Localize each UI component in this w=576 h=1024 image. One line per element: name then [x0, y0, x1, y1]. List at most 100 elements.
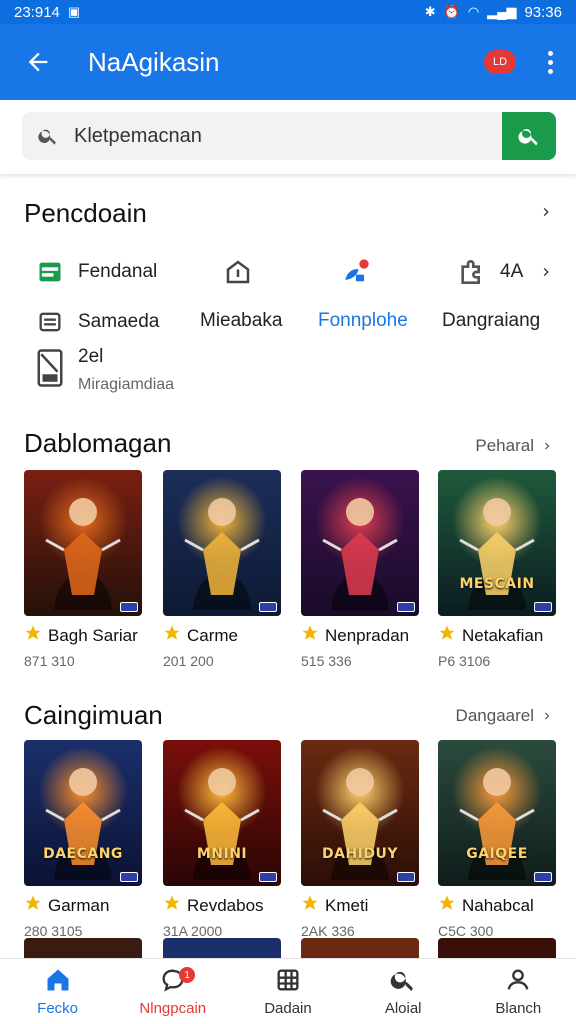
- category-item[interactable]: 2el Miragiamdiaa: [34, 346, 174, 394]
- popular-section-title: Dablomagan: [24, 428, 172, 458]
- game-meta: Nenpradan: [301, 624, 419, 647]
- game-meta: Carme: [163, 624, 281, 647]
- game-sub-info: C5C 300: [438, 923, 494, 939]
- game-meta: Revdabos: [163, 894, 281, 917]
- category-label: Samaeda: [78, 311, 160, 332]
- game-card[interactable]: GAIQEE Nahabcal C5C 300: [438, 740, 556, 939]
- alarm-icon: ⏰: [443, 4, 460, 19]
- hero-illustration: [184, 498, 260, 610]
- game-meta: Garman: [24, 894, 142, 917]
- category-count-item[interactable]: 4A: [456, 256, 523, 288]
- game-art[interactable]: MNINI: [163, 740, 281, 886]
- game-app-icon: [301, 894, 319, 917]
- signal-icon: ▂▄▆: [487, 4, 517, 19]
- popular-see-more[interactable]: Peharal: [475, 436, 554, 456]
- game-art[interactable]: DAECANG: [24, 740, 142, 886]
- nav-profile[interactable]: Blanch: [461, 959, 576, 1024]
- nav-home[interactable]: Fecko: [0, 959, 115, 1024]
- game-art[interactable]: [301, 470, 419, 616]
- categories-title: Pencdoain: [24, 198, 147, 228]
- game-cover-title: [30, 576, 136, 592]
- game-art[interactable]: [24, 470, 142, 616]
- search-area: Kletpemacnan: [0, 100, 576, 174]
- game-cover-title: DAHIDUY: [321, 846, 398, 862]
- category-label: Mieabaka: [200, 310, 283, 331]
- status-time-left: 23:914: [14, 3, 60, 21]
- game-card[interactable]: Nenpradan 515 336: [301, 470, 419, 669]
- chevron-right-icon: [545, 712, 550, 720]
- category-icon-button[interactable]: [222, 256, 254, 288]
- game-art[interactable]: [163, 470, 281, 616]
- category-sublabel: Miragiamdiaa: [78, 376, 175, 393]
- game-sub-info: 31A 2000: [163, 923, 223, 939]
- dock-icon: [222, 256, 254, 288]
- nav-label: Fecko: [37, 1000, 79, 1017]
- category-icon-button[interactable]: [340, 256, 372, 288]
- category-label: Fonnplohe: [318, 310, 408, 331]
- app-title: NaAgikasin: [88, 46, 220, 77]
- more-options-button[interactable]: [538, 42, 562, 82]
- game-sub-info: 2AK 336: [301, 923, 355, 939]
- game-card[interactable]: DAECANG Garman 280 3105: [24, 740, 142, 939]
- platform-badge-icon: [534, 602, 552, 612]
- new-see-more[interactable]: Dangaarel: [456, 706, 554, 726]
- category-item[interactable]: Samaeda: [34, 306, 159, 338]
- game-art[interactable]: DAHIDUY: [301, 740, 419, 886]
- search-bar[interactable]: Kletpemacnan: [22, 112, 556, 160]
- game-meta: Netakafian: [438, 624, 556, 647]
- game-cover-title: GAIQEE: [466, 846, 528, 862]
- category-row-chevron[interactable]: [538, 264, 554, 285]
- game-card[interactable]: Carme 201 200: [163, 470, 281, 669]
- game-cover-title: DAECANG: [43, 846, 123, 862]
- game-app-icon: [24, 624, 42, 647]
- hero-illustration: [322, 498, 398, 610]
- hero-illustration: [45, 768, 121, 880]
- game-sub-info: 201 200: [163, 653, 214, 669]
- platform-badge-icon: [259, 872, 277, 882]
- notification-icon: ▣: [67, 4, 81, 19]
- search-input[interactable]: Kletpemacnan: [74, 125, 502, 148]
- notification-badge[interactable]: LD: [484, 50, 516, 74]
- status-time-right: 93:36: [524, 3, 562, 21]
- game-card[interactable]: Bagh Sariar 871 310: [24, 470, 142, 669]
- bluetooth-icon: ✱: [424, 4, 436, 19]
- game-app-icon: [163, 624, 181, 647]
- nav-label: Blanch: [495, 1000, 542, 1017]
- calendar-icon: [34, 256, 66, 288]
- chevron-right-icon: [545, 442, 550, 450]
- category-item-active[interactable]: Fonnplohe: [318, 310, 408, 332]
- category-item[interactable]: Fendanal: [34, 256, 157, 288]
- game-title: Kmeti: [325, 895, 369, 915]
- game-card[interactable]: DAHIDUY Kmeti 2AK 336: [301, 740, 419, 939]
- game-cover-title: MNINI: [196, 846, 248, 862]
- folder-icon: [34, 346, 66, 390]
- partial-card-art: [163, 938, 281, 958]
- list-icon: [34, 306, 66, 338]
- category-item[interactable]: Mieabaka: [200, 310, 282, 332]
- back-button[interactable]: [14, 38, 62, 86]
- chevron-right-icon: [543, 208, 549, 216]
- game-card[interactable]: MESCAIN Netakafian P6 3106: [438, 470, 556, 669]
- game-card[interactable]: MNINI Revdabos 31A 2000: [163, 740, 281, 939]
- partial-card-art: [24, 938, 142, 958]
- game-sub-info: 280 3105: [24, 923, 83, 939]
- nav-search[interactable]: Aloial: [346, 959, 461, 1024]
- game-meta: Nahabcal: [438, 894, 556, 917]
- more-dot-icon: [547, 68, 553, 74]
- search-submit-button[interactable]: [502, 112, 556, 160]
- nav-grid[interactable]: Dadain: [230, 959, 345, 1024]
- nav-messages[interactable]: 1 Nlngpcain: [115, 959, 230, 1024]
- platform-badge-icon: [259, 602, 277, 612]
- partial-card-art: [438, 938, 556, 958]
- nav-label: Dadain: [264, 1000, 312, 1017]
- partial-card-art: [301, 938, 419, 958]
- platform-badge-icon: [120, 872, 138, 882]
- game-art[interactable]: MESCAIN: [438, 470, 556, 616]
- game-art[interactable]: GAIQEE: [438, 740, 556, 886]
- categories-chevron[interactable]: [538, 204, 554, 225]
- hero-illustration: [184, 768, 260, 880]
- category-item[interactable]: Dangraiang: [442, 310, 540, 332]
- game-app-icon: [301, 624, 319, 647]
- category-label: Dangraiang: [442, 310, 541, 331]
- status-bar: 23:914 ▣ ✱ ⏰ ◠ ▂▄▆ 93:36: [0, 0, 576, 24]
